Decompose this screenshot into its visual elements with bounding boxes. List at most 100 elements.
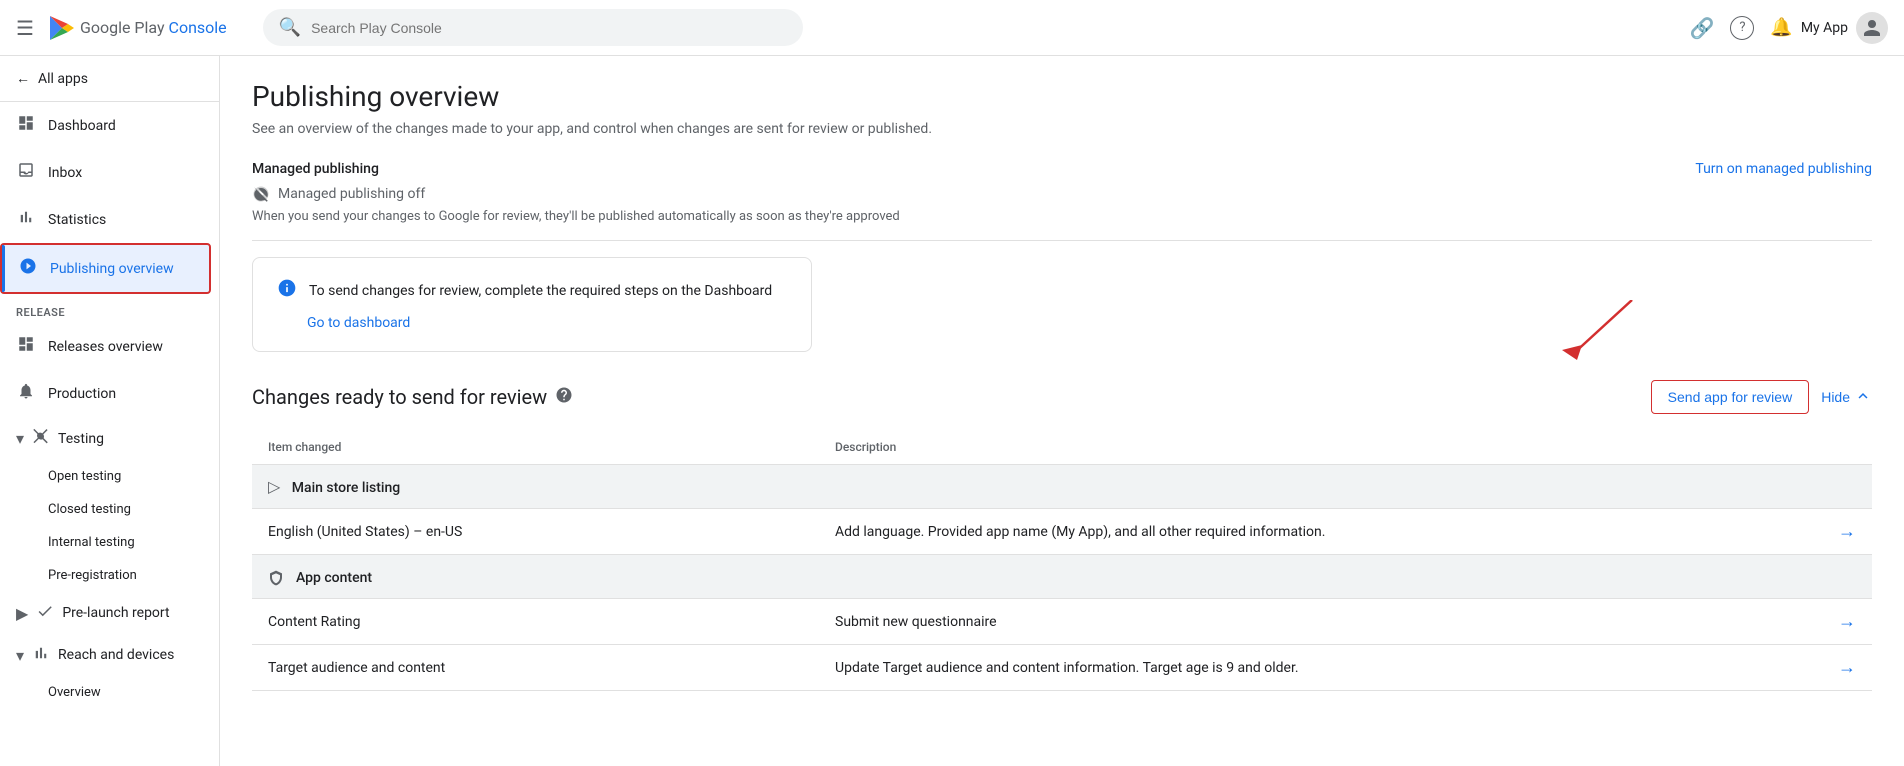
desc-target-audience: Update Target audience and content infor… bbox=[819, 645, 1791, 691]
inbox-icon bbox=[16, 161, 36, 184]
link-icon[interactable]: 🔗 bbox=[1689, 16, 1714, 40]
sidebar-item-internal-testing[interactable]: Internal testing bbox=[0, 526, 219, 559]
app-logo: Google Play Console bbox=[46, 14, 227, 42]
logo-text: Google Play Console bbox=[80, 18, 227, 37]
desc-en-us: Add language. Provided app name (My App)… bbox=[819, 509, 1791, 555]
all-apps-link[interactable]: ← All apps bbox=[0, 56, 219, 102]
notifications-icon[interactable]: 🔔 bbox=[1770, 17, 1792, 38]
sidebar-item-dashboard[interactable]: Dashboard bbox=[0, 102, 219, 149]
group-store-listing-label: Main store listing bbox=[292, 480, 400, 496]
go-dashboard-link[interactable]: Go to dashboard bbox=[307, 315, 787, 331]
sidebar-item-overview[interactable]: Overview bbox=[0, 676, 219, 709]
page-title: Publishing overview bbox=[252, 80, 1872, 113]
release-section-label: Release bbox=[0, 294, 219, 323]
sidebar-item-inbox[interactable]: Inbox bbox=[0, 149, 219, 196]
sidebar-item-production[interactable]: Production bbox=[0, 370, 219, 417]
row-arrow-content-rating[interactable]: → bbox=[1838, 611, 1856, 632]
open-testing-label: Open testing bbox=[48, 469, 121, 484]
topbar: ☰ Google Play Console 🔍 🔗 ? 🔔 My App bbox=[0, 0, 1904, 56]
all-apps-label: All apps bbox=[38, 71, 88, 87]
item-content-rating: Content Rating bbox=[252, 599, 819, 645]
sidebar-item-statistics[interactable]: Statistics bbox=[0, 196, 219, 243]
search-icon: 🔍 bbox=[279, 17, 301, 38]
testing-chevron-icon: ▾ bbox=[16, 429, 24, 448]
sidebar-reach-devices-expandable[interactable]: ▾ Reach and devices bbox=[0, 634, 219, 676]
info-circle-icon bbox=[277, 278, 297, 303]
group-header-store-listing: ▷ Main store listing bbox=[252, 465, 1872, 509]
pre-registration-label: Pre-registration bbox=[48, 568, 137, 583]
changes-title: Changes ready to send for review bbox=[252, 385, 573, 409]
row-arrow-en-us[interactable]: → bbox=[1838, 521, 1856, 542]
user-profile[interactable]: 🔔 My App bbox=[1770, 12, 1888, 44]
col-description: Description bbox=[819, 430, 1791, 465]
sidebar-item-dashboard-label: Dashboard bbox=[48, 118, 116, 134]
item-en-us: English (United States) – en-US bbox=[252, 509, 819, 555]
production-icon bbox=[16, 382, 36, 405]
sidebar-item-releases-overview-label: Releases overview bbox=[48, 339, 163, 355]
help-icon[interactable]: ? bbox=[1730, 16, 1754, 40]
sidebar-testing-expandable[interactable]: ▾ Testing bbox=[0, 417, 219, 460]
table-row: English (United States) – en-US Add lang… bbox=[252, 509, 1872, 555]
sidebar-item-publishing-overview-label: Publishing overview bbox=[50, 261, 174, 277]
managed-publishing-title: Managed publishing bbox=[252, 161, 900, 177]
testing-label: Testing bbox=[58, 431, 104, 447]
sidebar-item-pre-registration[interactable]: Pre-registration bbox=[0, 559, 219, 592]
sidebar-pre-launch-expandable[interactable]: ▶ Pre-launch report bbox=[0, 592, 219, 634]
chevron-up-icon bbox=[1854, 387, 1872, 408]
pre-launch-icon bbox=[36, 602, 54, 624]
app-content-icon bbox=[268, 567, 288, 586]
col-item-changed: Item changed bbox=[252, 430, 819, 465]
col-action bbox=[1791, 430, 1872, 465]
sidebar-item-statistics-label: Statistics bbox=[48, 212, 106, 228]
page-subtitle: See an overview of the changes made to y… bbox=[252, 121, 1872, 137]
reach-chevron-icon: ▾ bbox=[16, 646, 24, 665]
internal-testing-label: Internal testing bbox=[48, 535, 135, 550]
changes-help-icon[interactable] bbox=[555, 386, 573, 408]
topbar-right: 🔗 ? 🔔 My App bbox=[1689, 12, 1888, 44]
managed-publishing-section: Managed publishing Managed publishing of… bbox=[252, 161, 1872, 224]
item-target-audience: Target audience and content bbox=[252, 645, 819, 691]
back-arrow-icon: ← bbox=[16, 70, 30, 87]
play-logo-icon bbox=[46, 14, 74, 42]
sidebar-item-open-testing[interactable]: Open testing bbox=[0, 460, 219, 493]
managed-status-text: Managed publishing off bbox=[278, 186, 425, 202]
info-box: To send changes for review, complete the… bbox=[252, 257, 812, 352]
table-row: Target audience and content Update Targe… bbox=[252, 645, 1872, 691]
main-content: Publishing overview See an overview of t… bbox=[220, 56, 1904, 766]
sidebar-item-publishing-overview[interactable]: Publishing overview bbox=[0, 243, 211, 294]
managed-off-icon bbox=[252, 185, 270, 203]
statistics-icon bbox=[16, 208, 36, 231]
send-app-for-review-button[interactable]: Send app for review bbox=[1651, 380, 1810, 414]
sidebar-item-inbox-label: Inbox bbox=[48, 165, 82, 181]
sidebar: ← All apps Dashboard Inbox Statistics bbox=[0, 56, 220, 766]
app-name-label: My App bbox=[1801, 20, 1848, 36]
managed-publishing-desc: When you send your changes to Google for… bbox=[252, 209, 900, 224]
managed-publishing-status: Managed publishing off bbox=[252, 185, 900, 203]
changes-header-row: Changes ready to send for review Send ap… bbox=[252, 380, 1872, 414]
managed-publishing-left: Managed publishing Managed publishing of… bbox=[252, 161, 900, 224]
sidebar-item-closed-testing[interactable]: Closed testing bbox=[0, 493, 219, 526]
hide-button[interactable]: Hide bbox=[1821, 387, 1872, 408]
row-arrow-target-audience[interactable]: → bbox=[1838, 657, 1856, 678]
reach-devices-label: Reach and devices bbox=[58, 647, 174, 663]
table-row: Content Rating Submit new questionnaire … bbox=[252, 599, 1872, 645]
search-input[interactable] bbox=[311, 20, 787, 36]
divider-1 bbox=[252, 240, 1872, 241]
store-listing-icon: ▷ bbox=[268, 477, 280, 496]
info-box-text: To send changes for review, complete the… bbox=[309, 283, 772, 299]
overview-label: Overview bbox=[48, 685, 101, 700]
group-header-app-content: App content bbox=[252, 555, 1872, 599]
group-app-content-label: App content bbox=[296, 570, 372, 586]
menu-icon[interactable]: ☰ bbox=[16, 16, 34, 40]
user-avatar[interactable] bbox=[1856, 12, 1888, 44]
turn-on-managed-link[interactable]: Turn on managed publishing bbox=[1695, 161, 1872, 177]
sidebar-item-releases-overview[interactable]: Releases overview bbox=[0, 323, 219, 370]
releases-overview-icon bbox=[16, 335, 36, 358]
closed-testing-label: Closed testing bbox=[48, 502, 131, 517]
changes-actions: Send app for review Hide bbox=[1651, 380, 1872, 414]
publishing-overview-icon bbox=[18, 257, 38, 280]
changes-table: Item changed Description ▷ Main store li… bbox=[252, 430, 1872, 691]
pre-launch-chevron-icon: ▶ bbox=[16, 604, 28, 623]
changes-table-header: Item changed Description bbox=[252, 430, 1872, 465]
search-bar[interactable]: 🔍 bbox=[263, 9, 803, 46]
